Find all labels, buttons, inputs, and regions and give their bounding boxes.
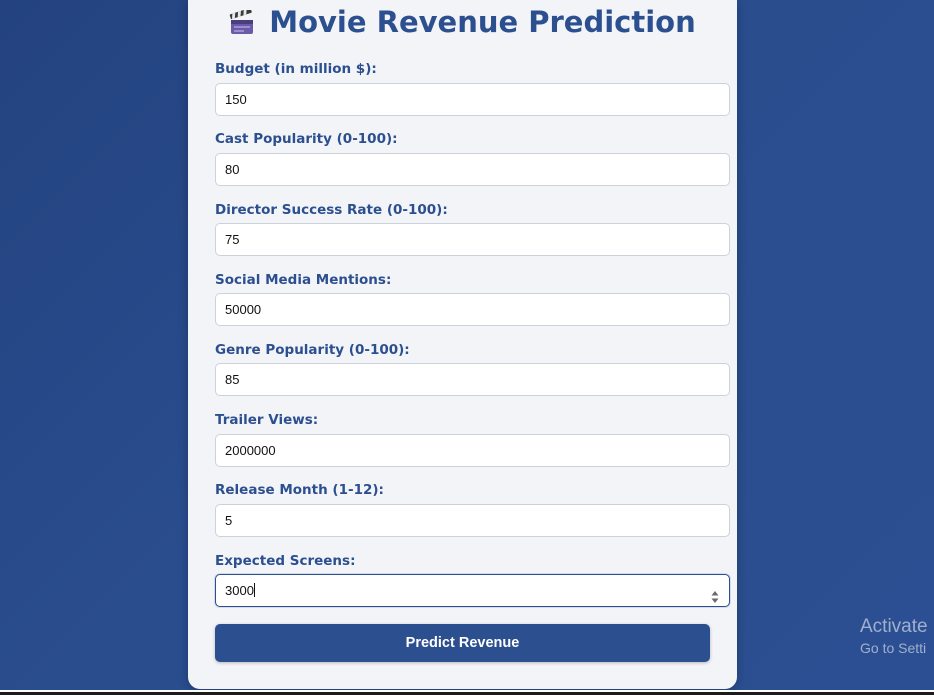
budget-value: 150: [225, 92, 247, 107]
release-month-input[interactable]: 5: [215, 504, 730, 537]
release-month-value: 5: [225, 513, 233, 528]
social-media-mentions-value: 50000: [225, 302, 262, 317]
genre-popularity-value: 85: [225, 372, 240, 387]
screen-bottom-edge: [0, 690, 934, 695]
cast-popularity-value: 80: [225, 162, 240, 177]
prediction-form-card: Movie Revenue Prediction Budget (in mill…: [188, 0, 737, 689]
predict-revenue-button[interactable]: Predict Revenue: [215, 624, 710, 662]
cast-popularity-label: Cast Popularity (0-100):: [215, 131, 398, 147]
expected-screens-input[interactable]: 3000: [215, 574, 730, 607]
expected-screens-label: Expected Screens:: [215, 553, 356, 569]
budget-label: Budget (in million $):: [215, 61, 377, 77]
watermark-line-1: Activate: [860, 616, 928, 637]
windows-activation-watermark: Activate Go to Setti: [860, 616, 928, 657]
genre-popularity-label: Genre Popularity (0-100):: [215, 342, 410, 358]
director-success-rate-value: 75: [225, 232, 240, 247]
trailer-views-label: Trailer Views:: [215, 412, 319, 428]
director-success-rate-label: Director Success Rate (0-100):: [215, 202, 448, 218]
social-media-mentions-label: Social Media Mentions:: [215, 272, 392, 288]
release-month-label: Release Month (1-12):: [215, 482, 384, 498]
expected-screens-value: 3000: [225, 583, 254, 598]
social-media-mentions-input[interactable]: 50000: [215, 293, 730, 326]
number-spinner-icon[interactable]: [711, 584, 719, 603]
trailer-views-input[interactable]: 2000000: [215, 434, 730, 467]
budget-input[interactable]: 150: [215, 83, 730, 116]
cast-popularity-input[interactable]: 80: [215, 153, 730, 186]
genre-popularity-input[interactable]: 85: [215, 363, 730, 396]
text-caret: [253, 583, 255, 597]
clapperboard-icon: [229, 8, 255, 44]
page-title: Movie Revenue Prediction: [188, 4, 737, 44]
watermark-line-2: Go to Setti: [860, 640, 927, 656]
director-success-rate-input[interactable]: 75: [215, 223, 730, 256]
page-title-text: Movie Revenue Prediction: [269, 5, 696, 39]
trailer-views-value: 2000000: [225, 443, 276, 458]
